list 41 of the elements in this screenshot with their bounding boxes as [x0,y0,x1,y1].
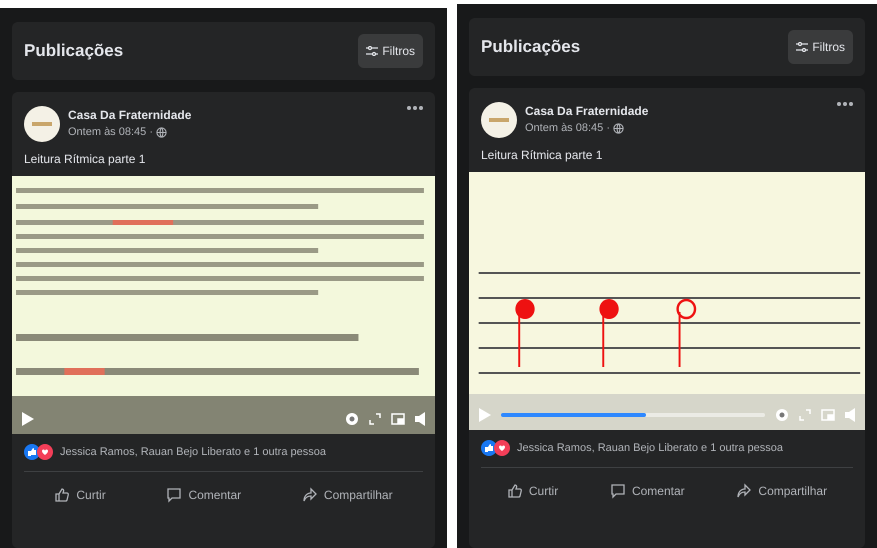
globe-icon [613,122,624,134]
reaction-icons[interactable] [24,444,54,460]
author-name[interactable]: Casa Da Fraternidade [525,102,829,120]
thumbs-up-icon [54,486,70,502]
reactions-summary[interactable]: Jessica Ramos, Rauan Bejo Liberato e 1 outra pessoa [60,444,326,460]
settings-icon[interactable] [345,412,359,426]
sliders-icon [366,46,378,56]
post-time[interactable]: Ontem às 08:45 · [68,124,153,140]
filter-button[interactable]: Filtros [358,34,423,68]
share-icon [302,486,318,502]
expand-icon[interactable] [369,413,381,425]
comment-icon [610,482,626,498]
sliders-icon [796,42,808,52]
filter-button[interactable]: Filtros [788,30,853,64]
share-icon [736,482,752,498]
action-button[interactable]: Curtir [44,480,116,510]
globe-icon [156,126,167,138]
section-title: Publicações [481,36,580,58]
avatar[interactable] [24,106,60,142]
thumbs-up-icon [506,482,523,498]
progress-bar[interactable] [501,413,765,417]
action-button[interactable]: Compartilhar [292,480,403,510]
play-icon[interactable] [22,412,34,426]
action-button[interactable]: Compartilhar [726,476,838,506]
post-text: Leitura Rítmica parte 1 [23,151,146,168]
settings-icon[interactable] [775,408,789,422]
reaction-icons[interactable] [481,440,511,456]
volume-icon[interactable] [415,412,425,426]
window-icon[interactable] [391,413,405,425]
comment-icon [166,486,182,502]
more-icon[interactable] [407,106,423,110]
more-icon[interactable] [837,102,853,106]
reactions-summary[interactable]: Jessica Ramos, Rauan Bejo Liberato e 1 outra pessoa [517,440,783,456]
post-text: Leitura Rítmica parte 1 [480,147,604,164]
avatar[interactable] [481,102,517,138]
action-button[interactable]: Comentar [156,480,252,510]
post-time[interactable]: Ontem às 08:45 · [525,120,610,136]
action-button[interactable]: Comentar [600,476,695,506]
author-name[interactable]: Casa Da Fraternidade [68,106,399,124]
section-title: Publicações [24,40,124,62]
action-button[interactable]: Curtir [496,476,568,506]
